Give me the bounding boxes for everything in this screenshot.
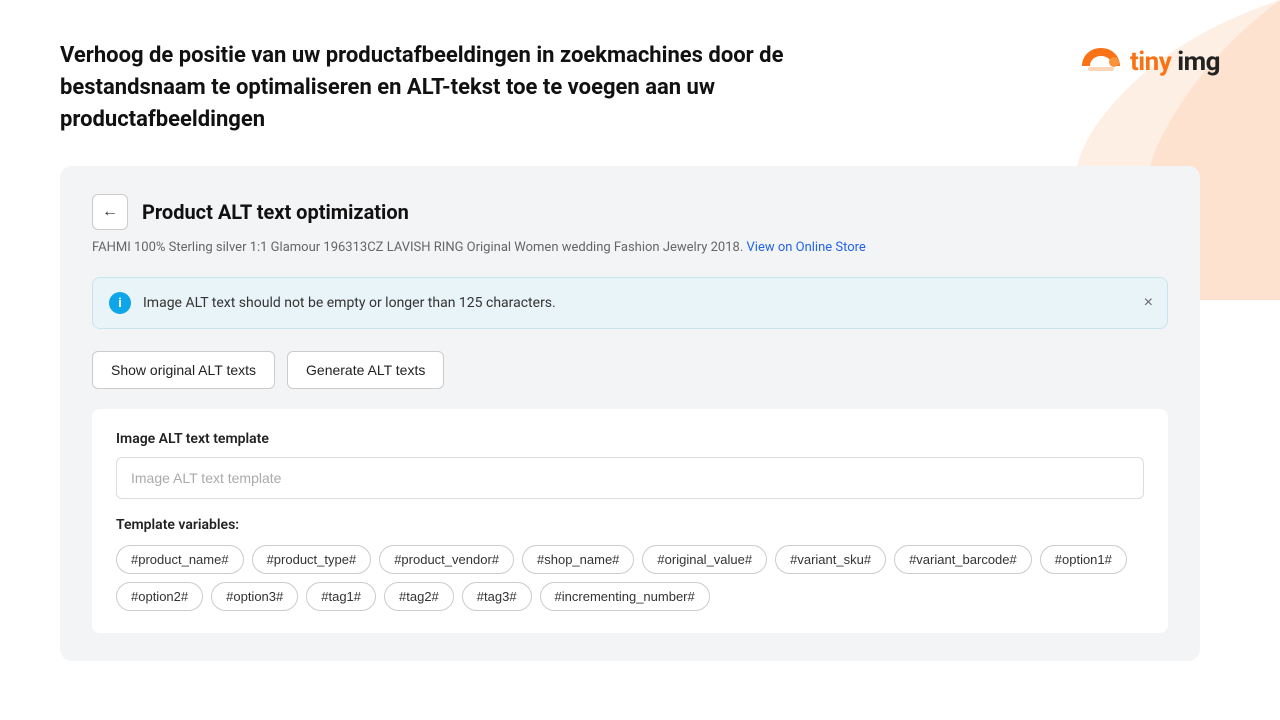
variable-tag[interactable]: #option2# xyxy=(116,582,203,611)
variable-tag[interactable]: #tag3# xyxy=(462,582,532,611)
variable-tag[interactable]: #incrementing_number# xyxy=(540,582,710,611)
variable-tag[interactable]: #tag1# xyxy=(306,582,376,611)
main-card: ← Product ALT text optimization FAHMI 10… xyxy=(60,166,1200,662)
close-banner-button[interactable]: × xyxy=(1144,295,1153,311)
logo-text: tiny img xyxy=(1130,47,1220,77)
variable-tag[interactable]: #option1# xyxy=(1040,545,1127,574)
logo-icon xyxy=(1080,44,1122,80)
view-store-link[interactable]: View on Online Store xyxy=(747,240,866,255)
variable-tag[interactable]: #product_name# xyxy=(116,545,244,574)
card-title: Product ALT text optimization xyxy=(142,200,409,224)
variable-tag[interactable]: #tag2# xyxy=(384,582,454,611)
info-icon: i xyxy=(109,292,131,314)
template-label: Image ALT text template xyxy=(116,431,1144,447)
info-banner: i Image ALT text should not be empty or … xyxy=(92,277,1168,329)
variable-tag[interactable]: #variant_barcode# xyxy=(894,545,1032,574)
variable-tag[interactable]: #product_vendor# xyxy=(379,545,514,574)
back-arrow-icon: ← xyxy=(102,203,118,221)
variable-tag[interactable]: #product_type# xyxy=(252,545,372,574)
template-input[interactable] xyxy=(116,457,1144,499)
logo: tiny img xyxy=(1080,44,1220,80)
variable-tag[interactable]: #variant_sku# xyxy=(775,545,886,574)
generate-alt-button[interactable]: Generate ALT texts xyxy=(287,351,444,389)
variable-tag[interactable]: #original_value# xyxy=(642,545,767,574)
template-section: Image ALT text template Template variabl… xyxy=(92,409,1168,633)
back-button[interactable]: ← xyxy=(92,194,128,230)
product-description: FAHMI 100% Sterling silver 1:1 Glamour 1… xyxy=(92,238,1168,258)
variables-label: Template variables: xyxy=(116,517,1144,533)
variable-tag[interactable]: #shop_name# xyxy=(522,545,634,574)
variables-tags: #product_name# #product_type##product_ven… xyxy=(116,545,1144,611)
info-message: Image ALT text should not be empty or lo… xyxy=(143,295,1151,311)
action-buttons: Show original ALT texts Generate ALT tex… xyxy=(92,351,1168,389)
page-headline: Verhoog de positie van uw productafbeeld… xyxy=(60,40,810,136)
variable-tag[interactable]: #option3# xyxy=(211,582,298,611)
show-original-button[interactable]: Show original ALT texts xyxy=(92,351,275,389)
